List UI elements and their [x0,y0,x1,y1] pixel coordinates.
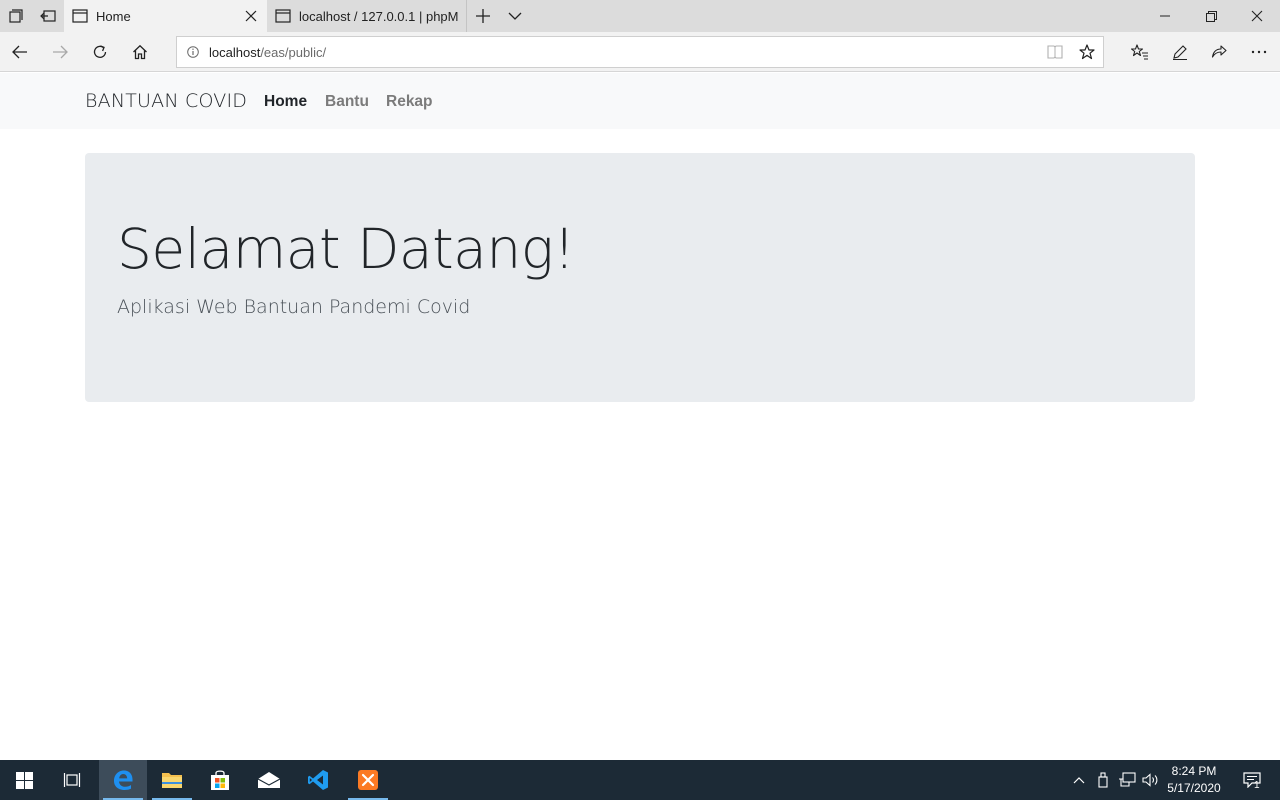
url-text: localhost/eas/public/ [209,45,1039,60]
browser-tab-strip: Home localhost / 127.0.0.1 | phpM [0,0,1280,32]
show-hidden-icons-chevron-icon[interactable] [1068,760,1090,800]
clock-date: 5/17/2020 [1167,781,1221,795]
tab-title: localhost / 127.0.0.1 | phpM [299,8,459,24]
tab-title: Home [96,8,131,24]
store-icon[interactable] [196,760,244,800]
address-bar[interactable]: localhost/eas/public/ [176,36,1104,68]
reading-view-icon[interactable] [1039,37,1071,67]
forward-arrow-icon[interactable] [40,32,80,72]
task-view-icon[interactable] [48,760,96,800]
tab-phpmyadmin[interactable]: localhost / 127.0.0.1 | phpM [267,0,467,32]
close-tab-icon[interactable] [235,0,267,32]
action-center-icon[interactable]: 1 [1232,760,1272,800]
web-note-pen-icon[interactable] [1160,32,1200,72]
set-tabs-aside-icon[interactable] [32,0,64,32]
xampp-icon[interactable] [344,760,392,800]
volume-icon[interactable] [1140,760,1162,800]
back-arrow-icon[interactable] [0,32,40,72]
chevron-down-icon[interactable] [499,0,531,32]
notification-count-badge: 1 [1254,780,1260,791]
minimize-icon[interactable] [1142,0,1188,32]
page-icon [64,0,96,32]
more-options-icon[interactable] [1239,32,1279,72]
tab-home[interactable]: Home [64,0,267,32]
nav-link-rekap[interactable]: Rekap [386,93,433,111]
jumbotron: Selamat Datang! Aplikasi Web Bantuan Pan… [85,153,1195,402]
favorite-star-icon[interactable] [1071,37,1103,67]
edge-icon[interactable] [99,760,147,800]
network-icon[interactable] [1115,760,1139,800]
site-info-icon[interactable] [177,37,209,67]
welcome-heading: Selamat Datang! [117,217,575,281]
url-path: /eas/public/ [260,44,327,60]
taskbar-clock[interactable]: 8:24 PM 5/17/2020 [1160,763,1228,797]
url-host: localhost [209,44,261,60]
tab-manager-icon[interactable] [0,0,32,32]
new-tab-icon[interactable] [467,0,499,32]
nav-link-bantu[interactable]: Bantu [325,93,369,111]
vscode-icon[interactable] [294,760,342,800]
close-window-icon[interactable] [1234,0,1280,32]
refresh-icon[interactable] [80,32,120,72]
lead-text: Aplikasi Web Bantuan Pandemi Covid [117,296,471,318]
start-icon[interactable] [0,760,48,800]
windows-taskbar: 8:24 PM 5/17/2020 1 [0,760,1280,800]
site-navbar: BANTUAN COVID Home Bantu Rekap [0,73,1280,129]
share-icon[interactable] [1199,32,1239,72]
favorites-hub-icon[interactable] [1120,32,1160,72]
page-icon [267,0,299,32]
clock-time: 8:24 PM [1171,764,1217,778]
browser-toolbar: localhost/eas/public/ [0,32,1280,72]
home-icon[interactable] [120,32,160,72]
nav-link-home[interactable]: Home [264,93,307,111]
usb-drive-icon[interactable] [1092,760,1114,800]
restore-icon[interactable] [1188,0,1234,32]
mail-icon[interactable] [245,760,293,800]
navbar-brand[interactable]: BANTUAN COVID [85,90,247,112]
file-explorer-icon[interactable] [148,760,196,800]
